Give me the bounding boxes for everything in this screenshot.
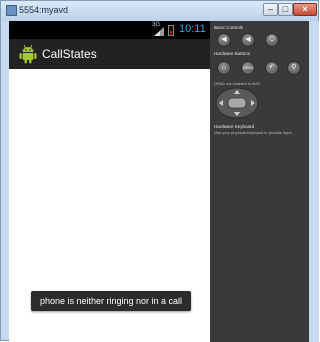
toast-text: phone is neither ringing nor in a call (39, 296, 183, 306)
volume-up-icon: ◀ (245, 36, 251, 43)
status-bar: 3G 10:11 (9, 21, 210, 39)
window-titlebar[interactable]: 5554:myavd – □ × (1, 1, 318, 21)
maximize-button[interactable]: □ (278, 3, 293, 16)
power-icon: ⏻ (269, 36, 275, 43)
window-title: 5554:myavd (19, 5, 69, 15)
power-button[interactable]: ⏻ (265, 33, 279, 47)
maximize-icon: □ (282, 4, 289, 14)
hardware-keyboard-hint: Use your physical keyboard to provide in… (214, 130, 292, 135)
basic-controls-label: Basic Controls (214, 25, 244, 30)
home-button[interactable]: ⌂ (217, 61, 231, 75)
volume-down-icon: ◀ (221, 36, 227, 43)
back-icon: ↶ (269, 64, 275, 71)
battery-icon (168, 25, 174, 36)
hardware-keyboard-label: Hardware Keyboard (214, 124, 255, 129)
search-button[interactable]: ⚲ (287, 61, 301, 75)
emulator-window: 5554:myavd – □ × 3G 10:11 CallStates pho… (0, 0, 319, 342)
volume-up-button[interactable]: ◀ (241, 33, 255, 47)
menu-label: MENU (242, 66, 254, 70)
back-button[interactable]: ↶ (265, 61, 279, 75)
dpad-label: DPAD not enabled in AVD (214, 81, 260, 86)
volume-down-button[interactable]: ◀ (217, 33, 231, 47)
dpad-control[interactable] (215, 87, 259, 119)
toast-message: phone is neither ringing nor in a call (31, 291, 191, 311)
status-time: 10:11 (179, 23, 206, 35)
android-logo-icon (19, 44, 37, 64)
device-screen[interactable]: 3G 10:11 CallStates phone is neither rin… (9, 21, 210, 342)
window-right-frame (309, 21, 319, 342)
menu-button[interactable]: MENU (241, 61, 255, 75)
emulator-app-icon (6, 5, 17, 16)
minimize-button[interactable]: – (263, 3, 278, 16)
action-bar: CallStates (9, 39, 210, 69)
close-icon: × (302, 4, 308, 14)
close-button[interactable]: × (293, 3, 317, 16)
emulator-control-panel: Basic Controls ◀ ◀ ⏻ Hardware Buttons ⌂ … (210, 21, 309, 342)
signal-icon (154, 27, 164, 36)
home-icon: ⌂ (221, 64, 227, 71)
hardware-buttons-label: Hardware Buttons (214, 51, 251, 56)
search-icon: ⚲ (291, 64, 297, 71)
app-title: CallStates (42, 47, 97, 61)
minimize-icon: – (267, 4, 273, 14)
